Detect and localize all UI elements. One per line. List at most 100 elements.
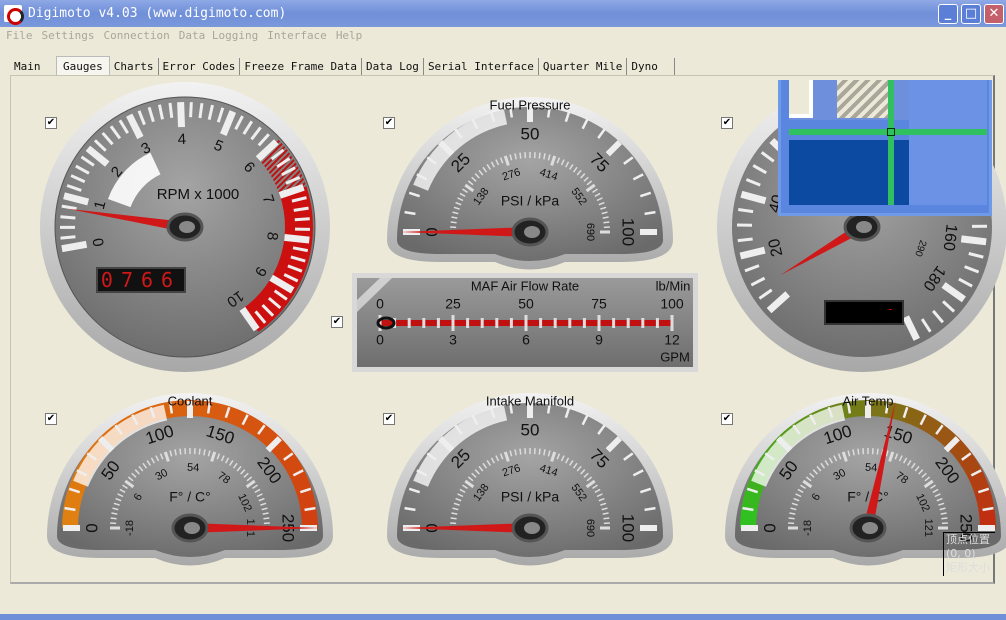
maf-tick [553,318,557,328]
air-temp-title: Air Temp [842,393,893,408]
coolant-inner-tick [110,517,117,520]
air-temp-outer-label: 0 [760,523,779,532]
intake-manifold-inner-tick [538,448,541,455]
intake-manifold-inner-tick [519,448,522,455]
coolant-tick [64,506,76,512]
rpm-tick [294,217,310,222]
coolant-title: Coolant [168,393,213,408]
rpm-tick [168,102,174,118]
coolant-inner-tick [263,517,270,520]
maf-tick [451,315,455,331]
rpm-tick [198,102,204,119]
maf-top-label: 25 [445,296,461,312]
maf-tick [655,318,659,328]
fuel-pressure-tick [644,210,656,216]
maf-unit-bottom: GPM [660,349,690,364]
fuel-pressure-tick [404,210,416,216]
fuel-pressure-units: PSI / kPa [501,193,560,209]
rpm-enable-checkbox[interactable]: ✔ [45,117,57,129]
maf-tick [597,315,601,331]
maf-tick [436,318,440,328]
rpm-tick [177,101,186,128]
rpm-tick [189,102,193,118]
fuel-pressure-inner-tick [603,221,610,224]
fuel-pressure-inner-tick [450,221,457,224]
speed-digital-display: - [824,300,904,325]
intake-manifold-tick [404,506,416,512]
rpm-label: 4 [177,131,186,148]
tooltip-line: 顶点位置 [946,533,990,546]
maf-enable-checkbox[interactable]: ✔ [331,316,343,328]
intake-manifold-units: PSI / kPa [501,489,560,505]
intake-manifold-enable-checkbox[interactable]: ✔ [383,413,395,425]
fuel-pressure-inner-tick [519,152,522,159]
maf-bottom-label: 6 [522,332,530,348]
maf-tick [480,318,484,328]
intake-manifold-inner-tick [603,517,610,520]
maf-bottom-label: 9 [595,332,603,348]
coolant-units: F° / C° [169,489,211,505]
needle-hub-cap [179,221,195,233]
maf-bottom-label: 0 [376,332,384,348]
maf-tick [509,318,513,328]
air-temp-units: F° / C° [847,489,889,505]
maf-tick [612,318,616,328]
maf-bottom-label: 12 [664,332,680,348]
speed-tick [960,235,987,246]
needle-hub-cap [184,522,200,534]
maf-tick [582,318,586,328]
intake-manifold-outer-label: 50 [521,420,540,439]
screen-magnifier-overlay [778,80,992,216]
coolant-enable-checkbox[interactable]: ✔ [45,413,57,425]
rpm-tick [60,215,76,220]
rpm-tick [284,233,310,244]
maf-tick [539,318,543,328]
maf-tick [641,318,645,328]
tooltip-line: (0, 0) [946,547,976,560]
fuel-pressure-title: Fuel Pressure [490,97,571,112]
crosshair-icon [887,128,895,136]
air-temp-inner-tick [876,448,879,455]
maf-bottom-label: 3 [449,332,457,348]
needle-hub-cap [524,522,540,534]
fuel-pressure-outer-label: 50 [521,124,540,143]
coolant-tick [304,506,316,512]
maf-top-label: 75 [591,296,607,312]
speed-label: 160 [940,223,960,252]
speed-enable-checkbox[interactable]: ✔ [721,117,733,129]
intake-manifold-inner-label: 690 [584,519,596,537]
air-temp-inner-tick [788,517,795,520]
fuel-pressure-inner-label: 690 [584,223,596,241]
maf-tick [670,315,674,331]
intake-manifold-tick [644,506,656,512]
speed-tick [738,208,754,214]
air-temp-inner-label: -18 [802,520,814,536]
air-temp-enable-checkbox[interactable]: ✔ [721,413,733,425]
maf-top-label: 0 [376,296,384,312]
needle-hub-cap [862,522,878,534]
fuel-pressure-enable-checkbox[interactable]: ✔ [383,117,395,129]
maf-tick [626,318,630,328]
window-bottom-border [0,614,1006,620]
intake-manifold-inner-tick [450,517,457,520]
air-temp-inner-label: 121 [922,519,934,537]
rpm-label: 8 [263,231,281,241]
rpm-digital-display: 0766 [96,267,186,293]
air-temp-tick [742,506,754,512]
maf-tick [495,318,499,328]
rpm-tick [61,240,88,253]
maf-top-label: 100 [660,296,684,312]
air-temp-inner-tick [857,448,860,455]
intake-manifold-title: Intake Manifold [486,393,574,408]
maf-title: MAF Air Flow Rate [471,278,579,293]
maf-tick [568,318,572,328]
rpm-title: RPM x 1000 [157,186,240,203]
needle-hub-cap [524,226,540,238]
maf-top-label: 50 [518,296,534,312]
coolant-inner-tick [179,448,182,455]
coolant-inner-label: -18 [124,520,136,536]
speed-tick [737,237,753,243]
coolant-outer-label: 0 [82,523,101,532]
maf-tick [466,318,470,328]
fuel-pressure-outer-label: 100 [619,218,638,246]
